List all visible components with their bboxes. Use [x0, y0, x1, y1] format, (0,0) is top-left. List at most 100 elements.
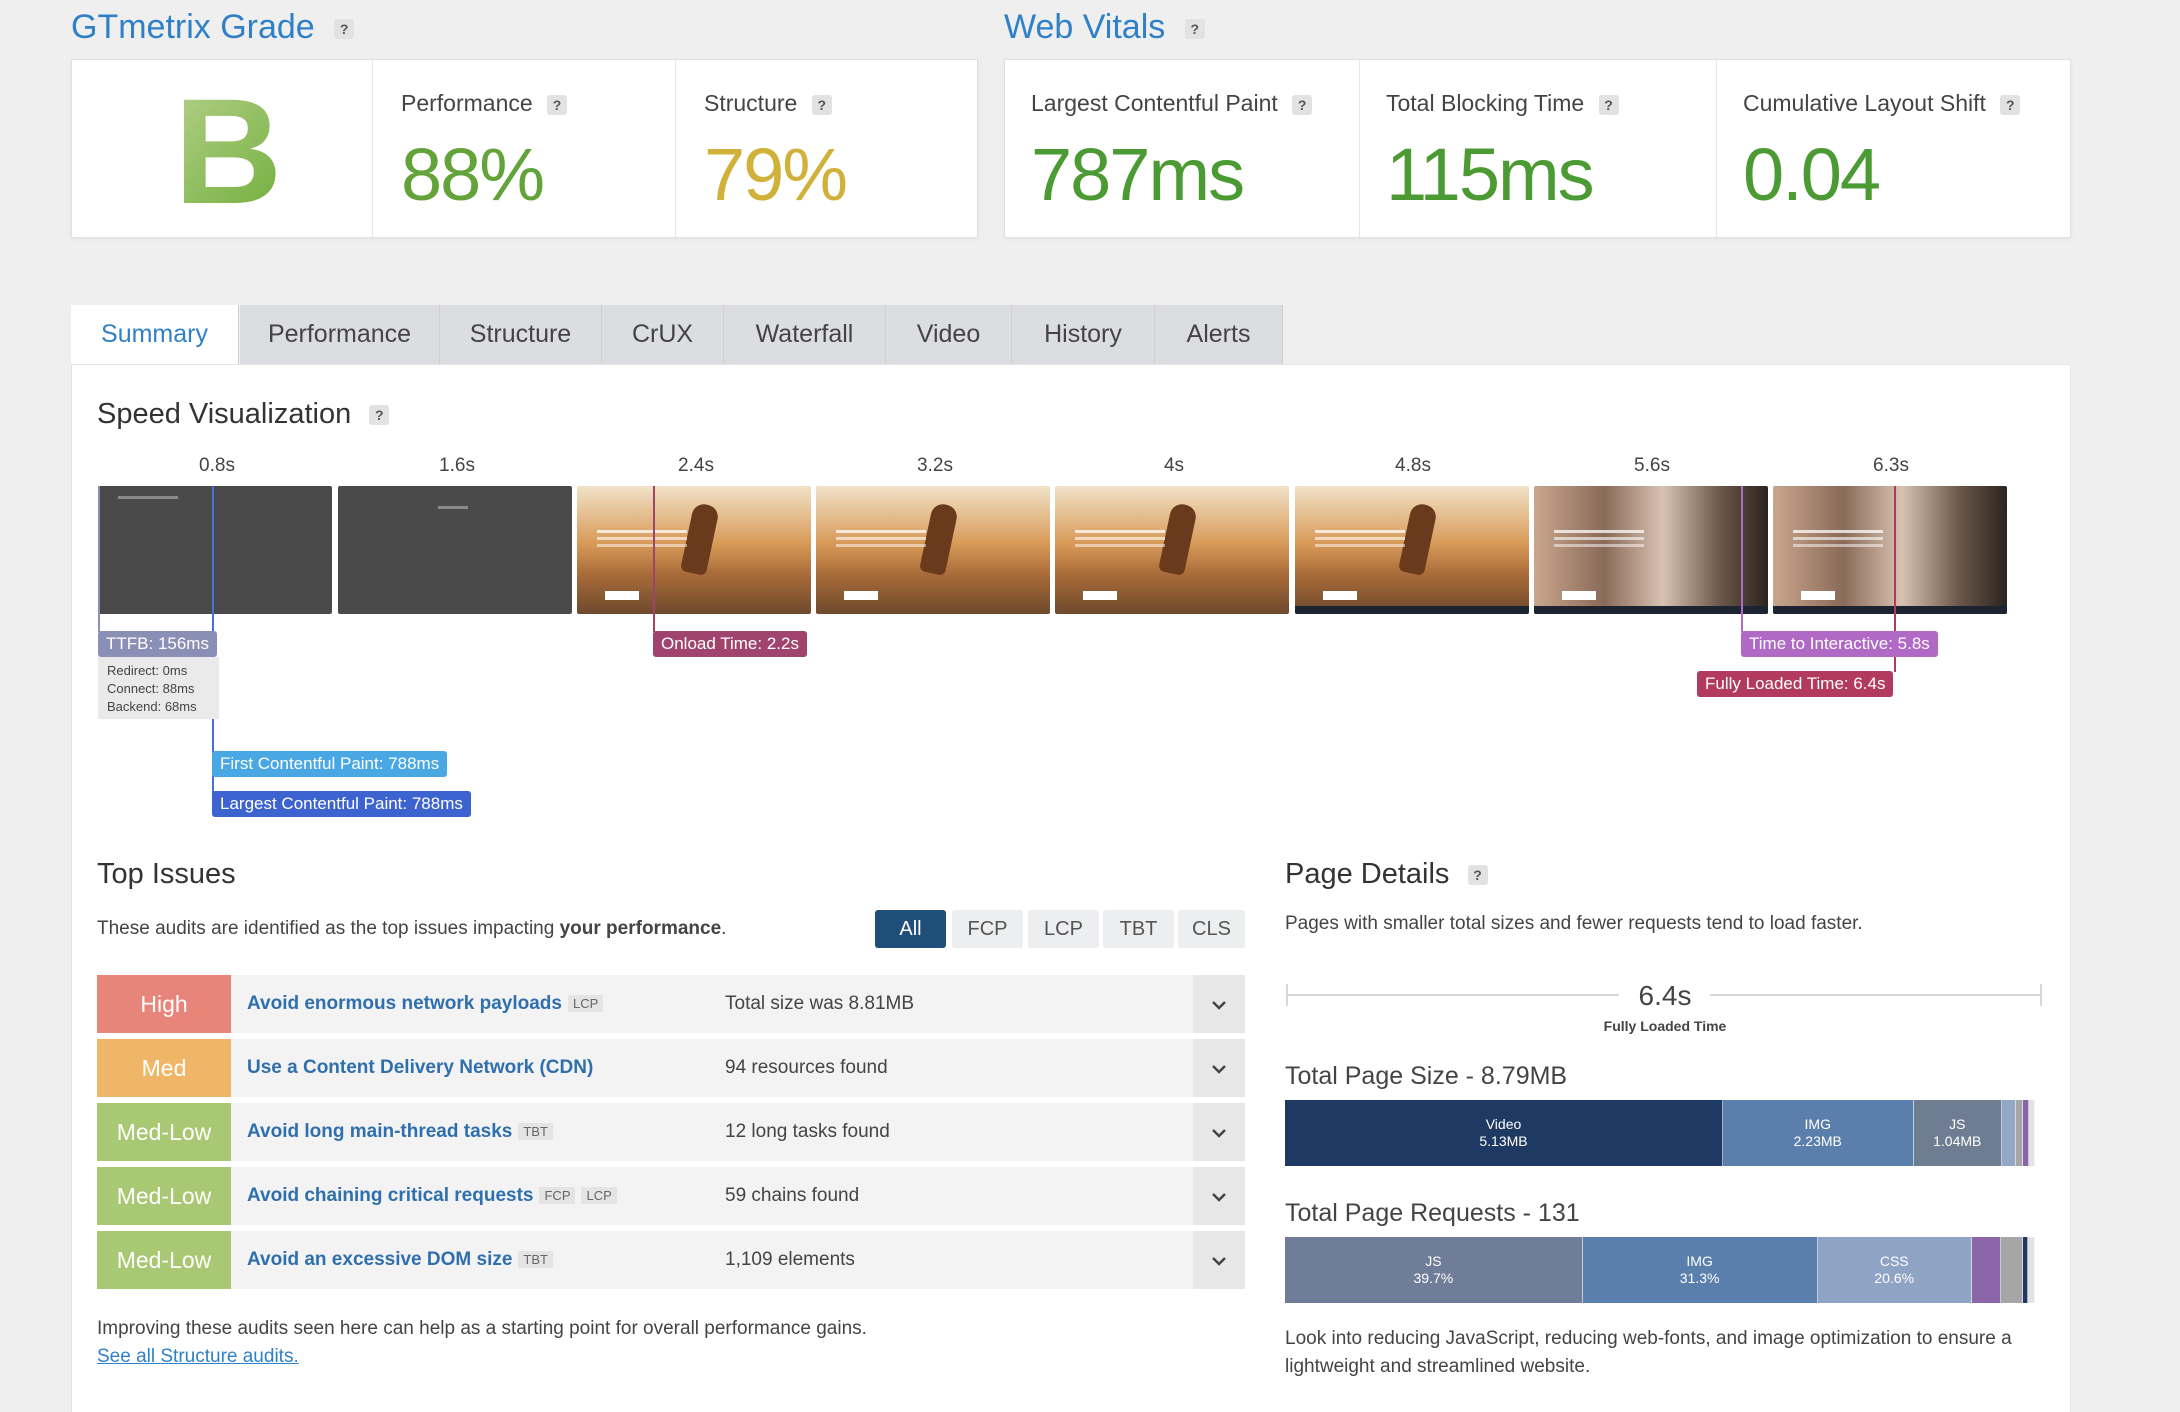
segment-label: CSS — [1879, 1253, 1909, 1269]
issue-detail: 12 long tasks found — [725, 1121, 890, 1142]
issue-detail: 94 resources found — [725, 1057, 888, 1078]
structure-label-text: Structure — [704, 90, 798, 116]
tab-alerts[interactable]: Alerts — [1155, 305, 1283, 364]
issue-title-text[interactable]: Avoid an excessive DOM size — [247, 1249, 512, 1270]
lcp-value: 787ms — [1031, 133, 1245, 216]
issue-title[interactable]: Avoid enormous network payloads LCP — [247, 993, 604, 1015]
total-page-size-title: Total Page Size - 8.79MB — [1285, 1062, 1568, 1090]
bar-segment[interactable]: IMG 2.23MB — [1723, 1100, 1914, 1166]
bar-segment[interactable]: JS 1.04MB — [1913, 1100, 2002, 1166]
chevron-down-icon[interactable] — [1193, 1039, 1245, 1097]
filmstrip-frame[interactable] — [1773, 486, 2007, 614]
fully-loaded-value: 6.4s — [1638, 980, 1692, 1011]
segment-value: 5.13MB — [1479, 1133, 1528, 1149]
bar-segment[interactable]: CSS 20.6% — [1817, 1237, 1972, 1303]
chevron-down-icon[interactable] — [1193, 1167, 1245, 1225]
bar-segment[interactable]: Video 5.13MB — [1285, 1100, 1723, 1166]
filter-all[interactable]: All — [875, 910, 946, 948]
segment-label: JS — [1949, 1116, 1966, 1132]
issue-title-text[interactable]: Use a Content Delivery Network (CDN) — [247, 1057, 593, 1078]
segment-value: 1.04MB — [1933, 1133, 1982, 1149]
issue-title[interactable]: Avoid long main-thread tasks TBT — [247, 1121, 553, 1143]
structure-cell: Structure ? 79% — [676, 60, 977, 237]
issue-row[interactable]: Med Use a Content Delivery Network (CDN) 9… — [97, 1039, 1245, 1097]
frame-time-label: 3.2s — [917, 455, 953, 476]
issue-row[interactable]: Med-Low Avoid long main-thread tasks TBT 12… — [97, 1103, 1245, 1161]
timeline-rule-left — [1286, 994, 1619, 996]
issue-title[interactable]: Avoid chaining critical requests FCP LCP — [247, 1185, 617, 1207]
filmstrip-frame[interactable] — [577, 486, 811, 614]
chevron-down-icon[interactable] — [1193, 975, 1245, 1033]
frame-time-label: 4s — [1163, 455, 1185, 476]
frame-time-label: 1.6s — [439, 455, 475, 476]
issue-row[interactable]: High Avoid enormous network payloads LCP To… — [97, 975, 1245, 1033]
tab-video[interactable]: Video — [886, 305, 1012, 364]
cls-label-text: Cumulative Layout Shift — [1743, 90, 1986, 116]
tab-summary[interactable]: Summary — [71, 305, 239, 364]
filmstrip-frame[interactable] — [98, 486, 332, 614]
help-icon[interactable]: ? — [1467, 865, 1488, 886]
severity-badge: High — [97, 975, 231, 1033]
filter-lcp[interactable]: LCP — [1028, 910, 1099, 948]
issue-title-text[interactable]: Avoid enormous network payloads — [247, 993, 562, 1014]
bar-segment[interactable] — [1972, 1237, 2001, 1303]
filmstrip-frame[interactable] — [1295, 486, 1529, 614]
filter-fcp[interactable]: FCP — [952, 910, 1023, 948]
chevron-down-icon[interactable] — [1193, 1103, 1245, 1161]
top-issues-intro: These audits are identified as the top i… — [97, 918, 726, 940]
filmstrip-frame[interactable] — [338, 486, 572, 614]
issue-title-text[interactable]: Avoid long main-thread tasks — [247, 1121, 512, 1142]
frame-time-label: 0.8s — [199, 455, 235, 476]
filmstrip-frame[interactable] — [1055, 486, 1289, 614]
tti-line — [1741, 486, 1743, 632]
bar-segment[interactable] — [2027, 1237, 2035, 1303]
lcp-label-text: Largest Contentful Paint — [1031, 90, 1278, 116]
tab-crux[interactable]: CrUX — [602, 305, 724, 364]
cls-cell: Cumulative Layout Shift ? 0.04 — [1717, 60, 2070, 237]
bar-segment[interactable] — [2029, 1100, 2035, 1166]
bar-segment[interactable]: JS 39.7% — [1285, 1237, 1583, 1303]
tab-structure[interactable]: Structure — [440, 305, 602, 364]
web-vitals-card: Largest Contentful Paint ? 787ms Total B… — [1004, 59, 2071, 238]
chevron-down-icon[interactable] — [1193, 1231, 1245, 1289]
frame-time-label: 6.3s — [1873, 455, 1909, 476]
issue-title[interactable]: Avoid an excessive DOM size TBT — [247, 1249, 553, 1271]
issue-title-text[interactable]: Avoid chaining critical requests — [247, 1185, 533, 1206]
timeline-rule-right — [1710, 994, 2042, 996]
issue-row[interactable]: Med-Low Avoid an excessive DOM size TBT 1,1… — [97, 1231, 1245, 1289]
bar-segment[interactable]: IMG 31.3% — [1582, 1237, 1818, 1303]
help-icon[interactable]: ? — [369, 405, 390, 426]
help-icon[interactable]: ? — [811, 94, 832, 115]
filmstrip-frame[interactable] — [816, 486, 1050, 614]
structure-audits-link[interactable]: See all Structure audits. — [97, 1346, 299, 1368]
ttfb-line — [98, 486, 100, 632]
help-icon[interactable]: ? — [1292, 94, 1313, 115]
tab-performance[interactable]: Performance — [240, 305, 440, 364]
issue-title[interactable]: Use a Content Delivery Network (CDN) — [247, 1057, 593, 1079]
tab-waterfall[interactable]: Waterfall — [724, 305, 886, 364]
bar-segment[interactable] — [2015, 1100, 2023, 1166]
help-icon[interactable]: ? — [1184, 19, 1205, 40]
filmstrip-frame[interactable] — [1534, 486, 1768, 614]
ttfb-marker: TTFB: 156ms — [98, 631, 217, 657]
fully-loaded-label: Fully Loaded Time — [1603, 1018, 1727, 1034]
segment-value: 39.7% — [1413, 1270, 1454, 1286]
segment-value: 31.3% — [1679, 1270, 1720, 1286]
tab-history[interactable]: History — [1012, 305, 1155, 364]
help-icon[interactable]: ? — [334, 19, 355, 40]
top-issues-title: Top Issues — [97, 858, 236, 890]
bar-segment[interactable] — [2000, 1237, 2023, 1303]
help-icon[interactable]: ? — [1598, 94, 1619, 115]
frame-time-label: 2.4s — [678, 455, 714, 476]
page-size-bar: Video 5.13MB IMG 2.23MB JS 1.04MB — [1285, 1100, 2035, 1166]
filter-tbt[interactable]: TBT — [1103, 910, 1174, 948]
issue-row[interactable]: Med-Low Avoid chaining critical requests F… — [97, 1167, 1245, 1225]
ttfb-redirect: Redirect: 0ms — [107, 663, 188, 678]
timeline-tick-right — [2040, 984, 2042, 1006]
filter-cls[interactable]: CLS — [1178, 910, 1245, 948]
grade-letter-cell: B — [72, 60, 373, 237]
ttfb-backend: Backend: 68ms — [107, 699, 197, 714]
bar-segment[interactable] — [2002, 1100, 2016, 1166]
help-icon[interactable]: ? — [547, 94, 568, 115]
help-icon[interactable]: ? — [2000, 94, 2021, 115]
